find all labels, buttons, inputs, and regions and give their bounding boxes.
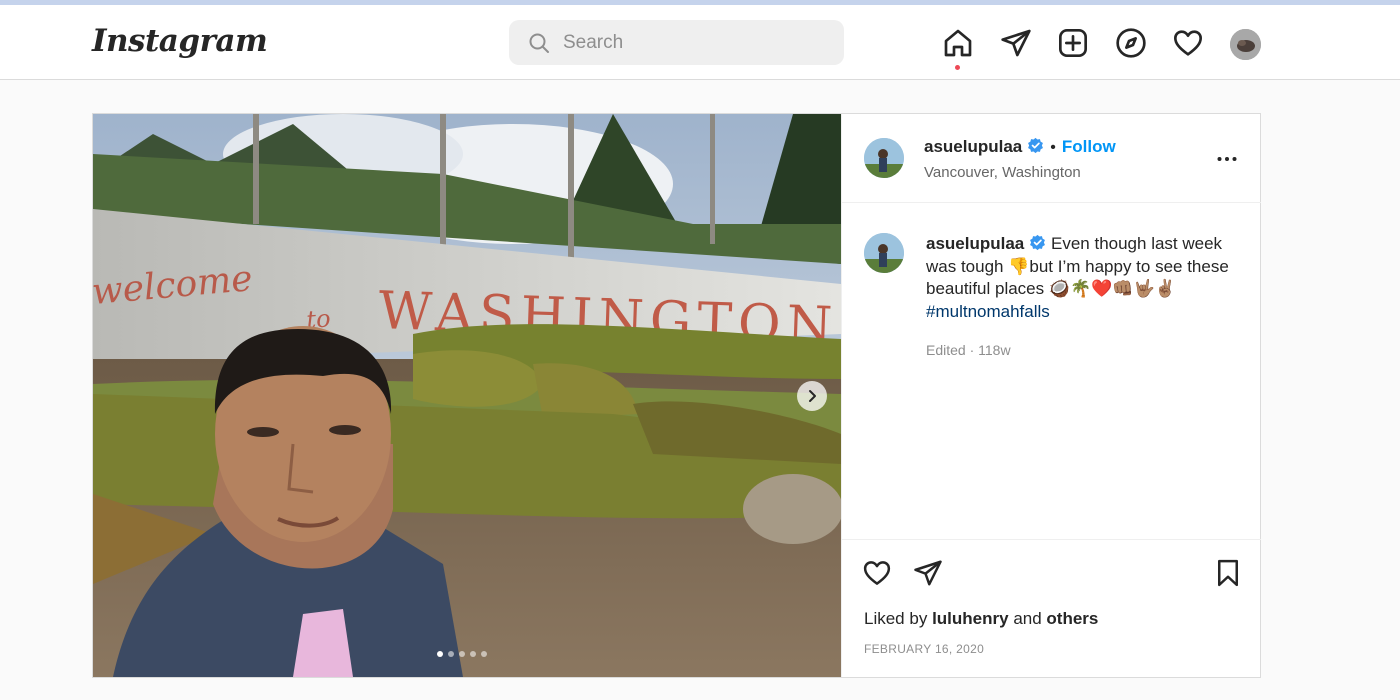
save-bookmark-icon[interactable]: [1213, 558, 1243, 588]
explore-compass-icon[interactable]: [1115, 27, 1147, 59]
search-input[interactable]: [563, 20, 833, 65]
caption-area: asuelupulaa Even though last week was to…: [842, 204, 1261, 539]
home-notification-dot: [955, 65, 960, 70]
verified-badge-icon: [1028, 137, 1044, 154]
post-location[interactable]: Vancouver, Washington: [924, 164, 1081, 181]
chevron-right-icon: [809, 390, 816, 402]
more-options-icon[interactable]: [1215, 147, 1239, 171]
follow-button[interactable]: Follow: [1062, 137, 1116, 156]
caption-meta: Edited · 118w: [926, 342, 1011, 358]
post-sidebar: asuelupulaa • Follow Vancouver, Washingto…: [841, 114, 1261, 677]
author-line: asuelupulaa • Follow: [924, 137, 1116, 157]
direct-message-icon[interactable]: [1000, 27, 1032, 59]
carousel-next-button[interactable]: [797, 381, 827, 411]
like-heart-icon[interactable]: [862, 558, 892, 588]
search-icon: [529, 33, 549, 53]
carousel-dot: [459, 651, 465, 657]
caption-author-avatar[interactable]: [864, 233, 904, 273]
carousel-dot: [448, 651, 454, 657]
liked-by-user[interactable]: luluhenry: [932, 609, 1009, 628]
post-card: welcome to WASHINGTON asuelupulaa • Foll…: [92, 113, 1261, 678]
caption-hashtag[interactable]: #multnomahfalls: [926, 302, 1050, 321]
carousel-indicator: [437, 651, 487, 657]
likes-summary: Liked by luluhenry and others: [864, 609, 1098, 629]
search-box[interactable]: [509, 20, 844, 65]
caption-username[interactable]: asuelupulaa: [926, 234, 1024, 253]
likes-prefix: Liked by: [864, 609, 928, 628]
verified-badge-icon: [1030, 234, 1046, 251]
carousel-dot: [470, 651, 476, 657]
author-username[interactable]: asuelupulaa: [924, 137, 1022, 156]
carousel-dot: [481, 651, 487, 657]
carousel-dot: [437, 651, 443, 657]
post-header: asuelupulaa • Follow Vancouver, Washingto…: [842, 114, 1261, 203]
liked-by-others[interactable]: others: [1046, 609, 1098, 628]
separator-dot: •: [1050, 139, 1056, 156]
home-icon[interactable]: [942, 27, 974, 59]
profile-avatar[interactable]: [1230, 29, 1261, 60]
top-navbar: Instagram: [0, 5, 1400, 80]
instagram-logo[interactable]: Instagram: [92, 23, 268, 59]
activity-heart-icon[interactable]: [1172, 27, 1204, 59]
new-post-icon[interactable]: [1057, 27, 1089, 59]
caption-text-block: asuelupulaa Even though last week was to…: [926, 233, 1244, 323]
author-avatar[interactable]: [864, 138, 904, 178]
likes-conjunction: and: [1013, 609, 1042, 628]
post-actions: Liked by luluhenry and others FEBRUARY 1…: [842, 539, 1261, 677]
photo-scene: welcome to WASHINGTON: [93, 114, 841, 677]
post-date[interactable]: FEBRUARY 16, 2020: [864, 642, 984, 656]
share-icon[interactable]: [913, 558, 943, 588]
post-photo[interactable]: welcome to WASHINGTON: [93, 114, 841, 677]
